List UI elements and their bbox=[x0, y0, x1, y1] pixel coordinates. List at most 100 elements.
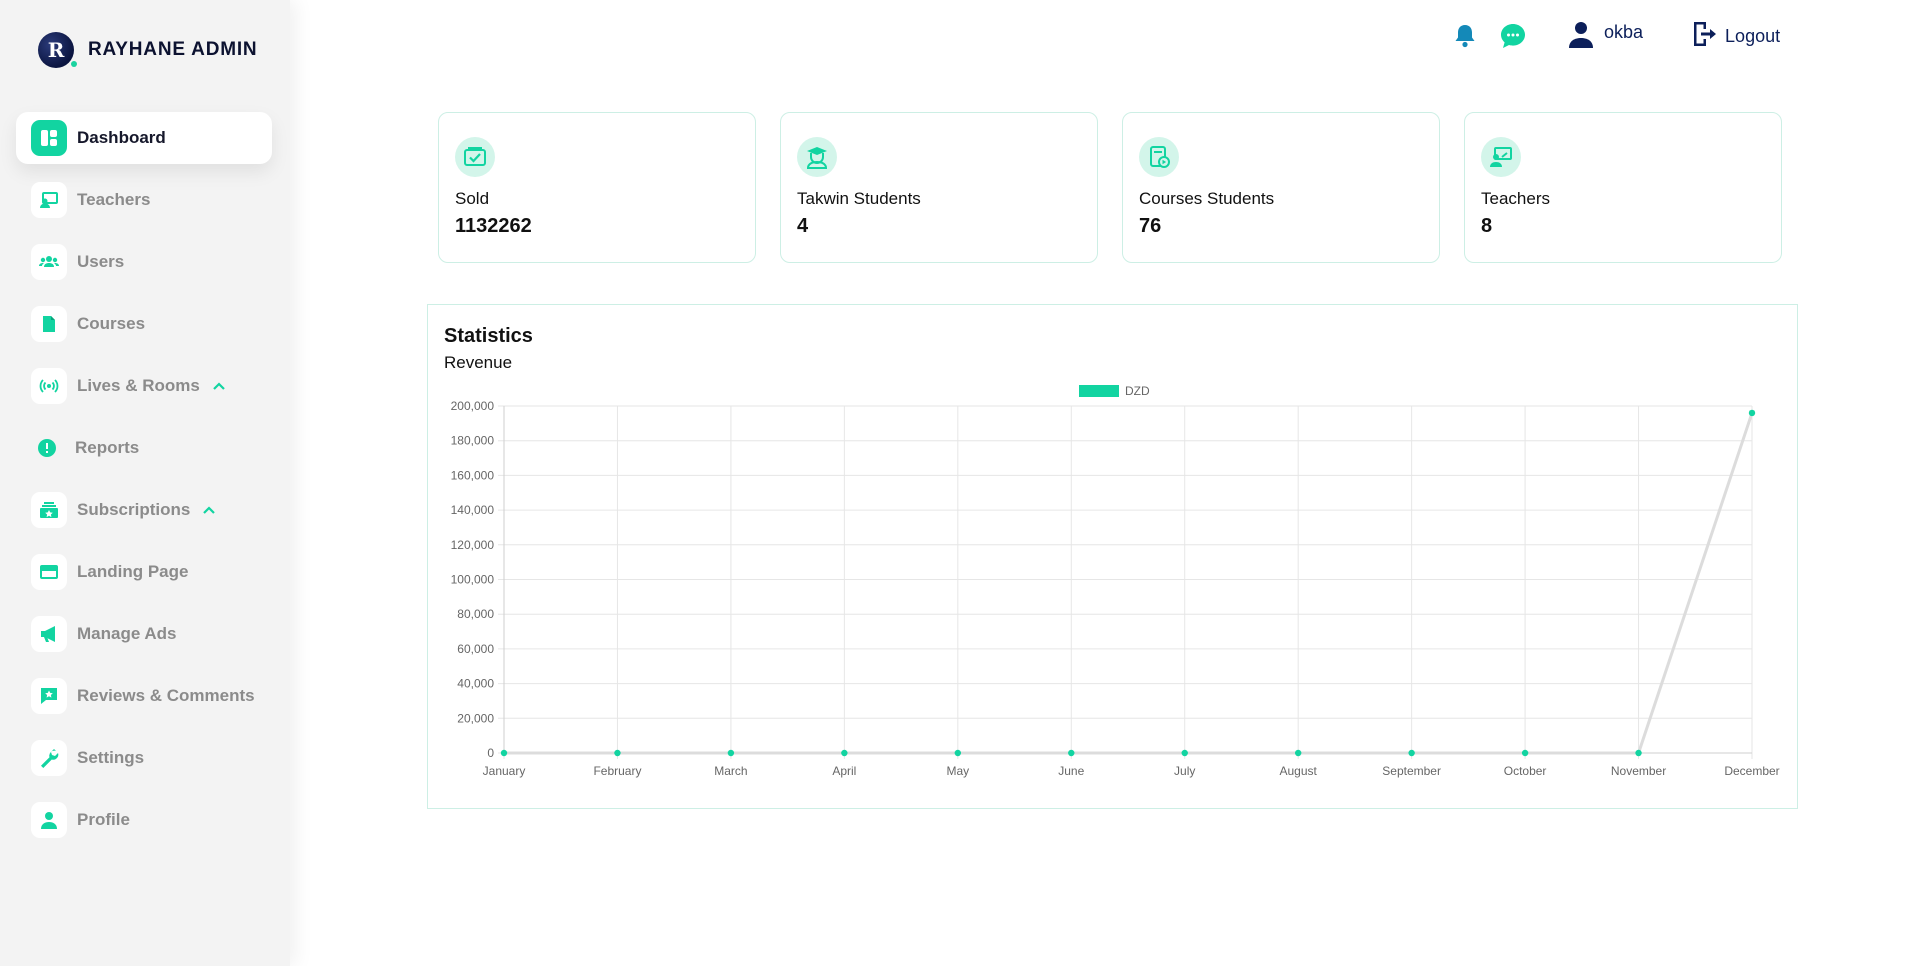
chevron-up-icon[interactable] bbox=[212, 381, 226, 391]
card-value: 76 bbox=[1139, 215, 1162, 237]
sidebar-item-reviews-comments[interactable]: Reviews & Comments bbox=[16, 670, 272, 722]
document-icon bbox=[31, 306, 67, 342]
data-point bbox=[841, 749, 848, 757]
sidebar-item-courses[interactable]: Courses bbox=[16, 298, 272, 350]
y-tick-label: 60,000 bbox=[457, 642, 494, 656]
sidebar: R RAYHANE ADMIN Dashboard Teachers Users bbox=[0, 0, 290, 966]
card-label: Takwin Students bbox=[797, 189, 921, 208]
chat-icon[interactable] bbox=[1498, 21, 1528, 51]
legend-label: DZD bbox=[1125, 384, 1150, 398]
brand-logo: R bbox=[38, 32, 77, 68]
sidebar-item-label: Reports bbox=[75, 438, 140, 457]
data-point bbox=[1294, 749, 1302, 757]
x-tick-label: September bbox=[1382, 764, 1441, 778]
brand-name: RAYHANE ADMIN bbox=[88, 39, 258, 60]
dashboard-icon bbox=[31, 120, 67, 156]
sidebar-item-label: Teachers bbox=[77, 190, 151, 209]
money-check-icon bbox=[455, 137, 495, 177]
x-tick-label: March bbox=[714, 764, 747, 778]
logout-label: Logout bbox=[1725, 25, 1781, 46]
data-point bbox=[727, 749, 735, 757]
card-label: Sold bbox=[455, 189, 490, 208]
x-tick-label: July bbox=[1174, 764, 1195, 778]
logout-button[interactable]: Logout bbox=[1691, 20, 1780, 53]
graduate-icon bbox=[797, 137, 837, 177]
x-tick-label: May bbox=[946, 764, 969, 778]
stat-card-courses-students: Courses Students 76 bbox=[1122, 112, 1440, 263]
data-point bbox=[500, 749, 508, 757]
sidebar-item-profile[interactable]: Profile bbox=[16, 794, 272, 846]
course-icon bbox=[1139, 137, 1179, 177]
x-tick-label: February bbox=[593, 764, 641, 778]
card-icon bbox=[31, 554, 67, 590]
legend-swatch bbox=[1079, 385, 1119, 397]
logout-icon bbox=[1691, 20, 1717, 53]
sidebar-item-label: Landing Page bbox=[77, 562, 189, 581]
megaphone-icon bbox=[31, 616, 67, 652]
revenue-chart: 0 20,000 40,000 60,000 80,000 100,000 120,000 1… bbox=[451, 384, 1780, 778]
wrench-icon bbox=[31, 740, 67, 776]
data-point bbox=[1521, 749, 1529, 757]
data-point bbox=[1408, 749, 1415, 757]
sidebar-item-label: Lives & Rooms bbox=[77, 376, 200, 395]
card-label: Courses Students bbox=[1139, 189, 1275, 208]
review-icon bbox=[31, 678, 67, 714]
sidebar-item-label: Subscriptions bbox=[77, 500, 191, 519]
sidebar-item-label: Manage Ads bbox=[77, 624, 177, 643]
teacher-board-icon bbox=[1481, 137, 1521, 177]
stat-card-teachers: Teachers 8 bbox=[1464, 112, 1782, 263]
series-line bbox=[504, 412, 1754, 755]
y-tick-label: 80,000 bbox=[457, 607, 494, 621]
data-point bbox=[1748, 409, 1756, 417]
user-menu[interactable]: okba bbox=[1568, 20, 1643, 53]
x-tick-label: October bbox=[1504, 764, 1547, 778]
teacher-icon bbox=[31, 182, 67, 218]
sidebar-item-dashboard[interactable]: Dashboard bbox=[16, 112, 272, 164]
stat-cards: Sold 1132262 Takwin Students 4 Courses S… bbox=[438, 112, 1782, 263]
sidebar-item-label: Settings bbox=[77, 748, 145, 767]
y-tick-label: 40,000 bbox=[457, 677, 494, 691]
user-icon bbox=[1568, 20, 1594, 53]
stat-card-sold: Sold 1132262 bbox=[438, 112, 756, 263]
sidebar-item-teachers[interactable]: Teachers bbox=[16, 174, 272, 226]
sidebar-item-manage-ads[interactable]: Manage Ads bbox=[16, 608, 272, 660]
card-value: 1132262 bbox=[455, 215, 532, 237]
y-tick-label: 200,000 bbox=[451, 399, 495, 413]
sidebar-nav: Dashboard Teachers Users Courses Lives &… bbox=[16, 112, 272, 856]
y-tick-label: 20,000 bbox=[457, 711, 494, 725]
sidebar-item-label: Profile bbox=[77, 810, 130, 829]
data-point bbox=[614, 749, 621, 757]
user-icon bbox=[31, 802, 67, 838]
topbar: okba Logout bbox=[1450, 20, 1780, 52]
data-point bbox=[1068, 749, 1075, 757]
x-tick-label: August bbox=[1280, 764, 1318, 778]
data-point bbox=[1181, 749, 1188, 757]
sidebar-item-label: Reviews & Comments bbox=[77, 686, 255, 705]
sidebar-item-users[interactable]: Users bbox=[16, 236, 272, 288]
card-value: 8 bbox=[1481, 215, 1493, 237]
chevron-up-icon[interactable] bbox=[202, 505, 216, 515]
sidebar-item-settings[interactable]: Settings bbox=[16, 732, 272, 784]
sidebar-item-landing-page[interactable]: Landing Page bbox=[16, 546, 272, 598]
data-point bbox=[1635, 749, 1642, 757]
x-tick-label: April bbox=[832, 764, 856, 778]
sidebar-item-reports[interactable]: Reports bbox=[16, 422, 272, 474]
brand[interactable]: R RAYHANE ADMIN bbox=[38, 32, 257, 68]
bell-icon[interactable] bbox=[1450, 21, 1480, 51]
sidebar-item-lives-rooms[interactable]: Lives & Rooms bbox=[16, 360, 272, 412]
sidebar-item-subscriptions[interactable]: Subscriptions bbox=[16, 484, 272, 536]
stat-card-takwin-students: Takwin Students 4 bbox=[780, 112, 1098, 263]
y-tick-label: 0 bbox=[487, 746, 494, 760]
alert-icon bbox=[29, 430, 65, 466]
y-tick-label: 180,000 bbox=[451, 434, 495, 448]
sidebar-item-label: Courses bbox=[77, 314, 146, 333]
card-label: Teachers bbox=[1481, 189, 1550, 208]
statistics-panel: Statistics Revenue 0 20,000 40,000 60,000 80… bbox=[427, 304, 1798, 809]
y-tick-label: 160,000 bbox=[451, 468, 495, 482]
x-tick-label: January bbox=[483, 764, 526, 778]
subscription-icon bbox=[31, 492, 67, 528]
users-icon bbox=[31, 244, 67, 280]
y-tick-label: 140,000 bbox=[451, 503, 495, 517]
broadcast-icon bbox=[31, 368, 67, 404]
data-point bbox=[954, 749, 962, 757]
